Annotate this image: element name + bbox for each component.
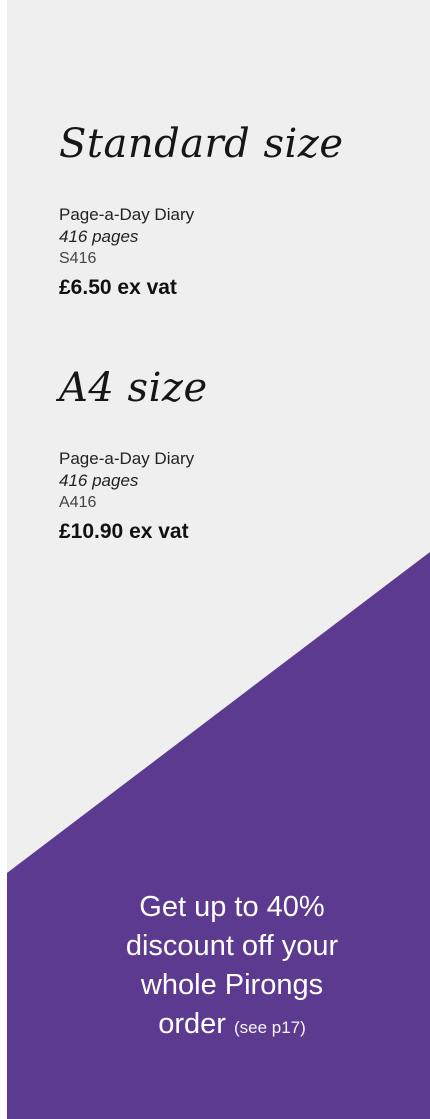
promo-line-2: discount off your <box>125 930 339 962</box>
product-size-heading: A4 size <box>59 365 208 411</box>
product-sku: A416 <box>59 494 97 511</box>
product-a4-size: A4 size Page-a-Day Diary 416 pages A416 … <box>59 362 399 546</box>
product-price: £6.50 ex vat <box>59 276 177 299</box>
promo-line-3: whole Pirongs <box>140 969 324 1001</box>
product-pages: 416 pages <box>59 471 139 490</box>
product-price: £10.90 ex vat <box>59 520 189 543</box>
product-pages: 416 pages <box>59 227 139 246</box>
promo-page-reference: (see p17) <box>233 1018 306 1037</box>
product-name: Page-a-Day Diary <box>59 205 195 224</box>
promo-line-1: Get up to 40% <box>139 891 325 923</box>
product-sku: S416 <box>59 250 97 267</box>
product-name: Page-a-Day Diary <box>59 449 195 468</box>
promo-line-4: order (see p17) <box>52 1005 412 1047</box>
product-size-heading: Standard size <box>59 121 344 167</box>
product-standard-size: Standard size Page-a-Day Diary 416 pages… <box>59 118 399 302</box>
discount-promo: Get up to 40% discount off your whole Pi… <box>52 888 412 1047</box>
promo-order-text: order <box>158 1008 226 1040</box>
